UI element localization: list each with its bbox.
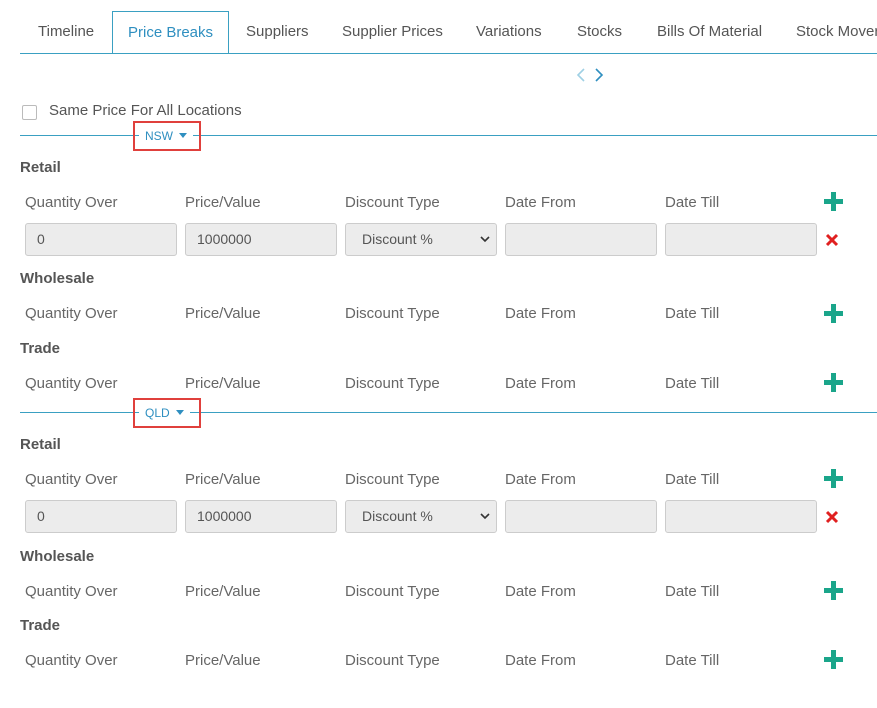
chevron-down-icon [480,236,490,243]
date-from-input[interactable] [505,500,657,533]
column-date-from: Date From [505,194,576,211]
location-name: QLD [145,406,170,420]
column-price-value: Price/Value [185,583,261,600]
column-price-value: Price/Value [185,375,261,392]
column-date-from: Date From [505,305,576,322]
plus-icon[interactable] [824,192,843,211]
tab-stocks[interactable]: Stocks [577,11,622,53]
tab-bar: Timeline Price Breaks Suppliers Supplier… [20,11,877,54]
column-date-till: Date Till [665,471,720,488]
column-discount-type: Discount Type [345,194,440,211]
column-discount-type: Discount Type [345,471,440,488]
close-icon[interactable] [825,510,839,524]
location-highlight: QLD [133,398,201,428]
column-quantity-over: Quantity Over [25,471,118,488]
tab-price-breaks[interactable]: Price Breaks [112,11,229,53]
date-till-input[interactable] [665,500,817,533]
discount-type-select[interactable]: Discount % [345,500,497,533]
chevron-right-icon[interactable] [594,67,604,83]
plus-icon[interactable] [824,304,843,323]
column-discount-type: Discount Type [345,583,440,600]
tab-variations[interactable]: Variations [476,11,542,53]
column-price-value: Price/Value [185,471,261,488]
section-title-wholesale: Wholesale [20,270,95,287]
chevron-down-icon [480,513,490,520]
column-discount-type: Discount Type [345,305,440,322]
discount-type-select[interactable]: Discount % [345,223,497,256]
same-price-label: Same Price For All Locations [49,102,242,119]
tab-bills-of-material[interactable]: Bills Of Material [657,11,762,53]
column-date-from: Date From [505,583,576,600]
location-highlight: NSW [133,121,201,151]
plus-icon[interactable] [824,581,843,600]
plus-icon[interactable] [824,469,843,488]
column-quantity-over: Quantity Over [25,305,118,322]
column-date-from: Date From [505,652,576,669]
column-date-till: Date Till [665,194,720,211]
column-price-value: Price/Value [185,194,261,211]
quantity-over-input[interactable]: 0 [25,500,177,533]
chevron-left-icon[interactable] [576,67,586,83]
discount-type-value: Discount % [362,508,433,524]
column-date-from: Date From [505,375,576,392]
plus-icon[interactable] [824,650,843,669]
quantity-over-input[interactable]: 0 [25,223,177,256]
date-from-input[interactable] [505,223,657,256]
column-date-till: Date Till [665,305,720,322]
same-price-checkbox[interactable] [22,105,37,120]
location-dropdown-qld[interactable]: QLD [139,405,190,421]
caret-down-icon [175,410,184,415]
close-icon[interactable] [825,233,839,247]
column-price-value: Price/Value [185,305,261,322]
tab-timeline[interactable]: Timeline [38,11,94,53]
column-date-from: Date From [505,471,576,488]
tab-suppliers[interactable]: Suppliers [246,11,309,53]
column-quantity-over: Quantity Over [25,652,118,669]
price-value-input[interactable]: 1000000 [185,223,337,256]
column-date-till: Date Till [665,583,720,600]
column-quantity-over: Quantity Over [25,375,118,392]
section-title-wholesale: Wholesale [20,548,95,565]
location-name: NSW [145,129,173,143]
column-quantity-over: Quantity Over [25,194,118,211]
discount-type-value: Discount % [362,231,433,247]
tab-stock-movements[interactable]: Stock Mover [796,11,877,53]
column-date-till: Date Till [665,652,720,669]
section-title-retail: Retail [20,436,61,453]
column-quantity-over: Quantity Over [25,583,118,600]
section-title-trade: Trade [20,617,61,634]
column-price-value: Price/Value [185,652,261,669]
column-discount-type: Discount Type [345,375,440,392]
column-discount-type: Discount Type [345,652,440,669]
caret-down-icon [179,133,187,138]
date-till-input[interactable] [665,223,817,256]
location-dropdown-nsw[interactable]: NSW [139,128,193,144]
price-value-input[interactable]: 1000000 [185,500,337,533]
tab-supplier-prices[interactable]: Supplier Prices [342,11,443,53]
column-date-till: Date Till [665,375,720,392]
plus-icon[interactable] [824,373,843,392]
section-title-trade: Trade [20,340,61,357]
section-title-retail: Retail [20,159,61,176]
